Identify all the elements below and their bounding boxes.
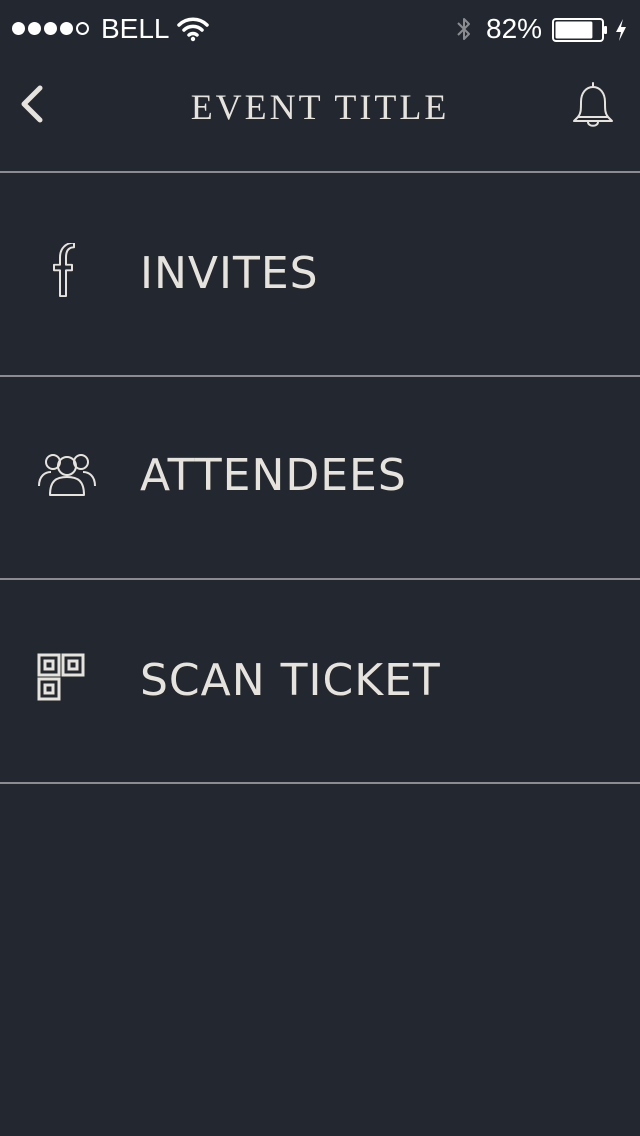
signal-dot (60, 22, 73, 35)
battery-icon (552, 18, 607, 42)
carrier-name: BELL (101, 13, 170, 44)
signal-strength-indicator (12, 22, 89, 35)
qr-code-icon (37, 653, 85, 701)
menu-item-label: ATTENDEES (140, 450, 407, 501)
signal-dot-empty (76, 22, 89, 35)
menu-item-attendees[interactable]: ATTENDEES (0, 377, 640, 579)
notifications-button[interactable] (570, 80, 616, 130)
signal-dot (44, 22, 57, 35)
menu-item-label: INVITES (140, 248, 319, 299)
divider (0, 782, 640, 784)
wifi-icon (177, 17, 209, 42)
people-group-icon (38, 454, 96, 496)
menu-item-invites[interactable]: INVITES (0, 173, 640, 375)
status-bar: BELL 82% (0, 0, 640, 58)
bell-icon (573, 82, 613, 127)
charging-bolt-icon (616, 19, 626, 41)
navigation-bar: EVENT TITLE (0, 58, 640, 171)
battery-percentage: 82% (486, 13, 543, 44)
bluetooth-icon (457, 18, 470, 40)
page-title: EVENT TITLE (190, 87, 450, 127)
facebook-icon (53, 243, 75, 297)
menu-item-scan-ticket[interactable]: SCAN TICKET (0, 580, 640, 782)
signal-dot (12, 22, 25, 35)
menu-item-label: SCAN TICKET (140, 655, 441, 706)
signal-dot (28, 22, 41, 35)
